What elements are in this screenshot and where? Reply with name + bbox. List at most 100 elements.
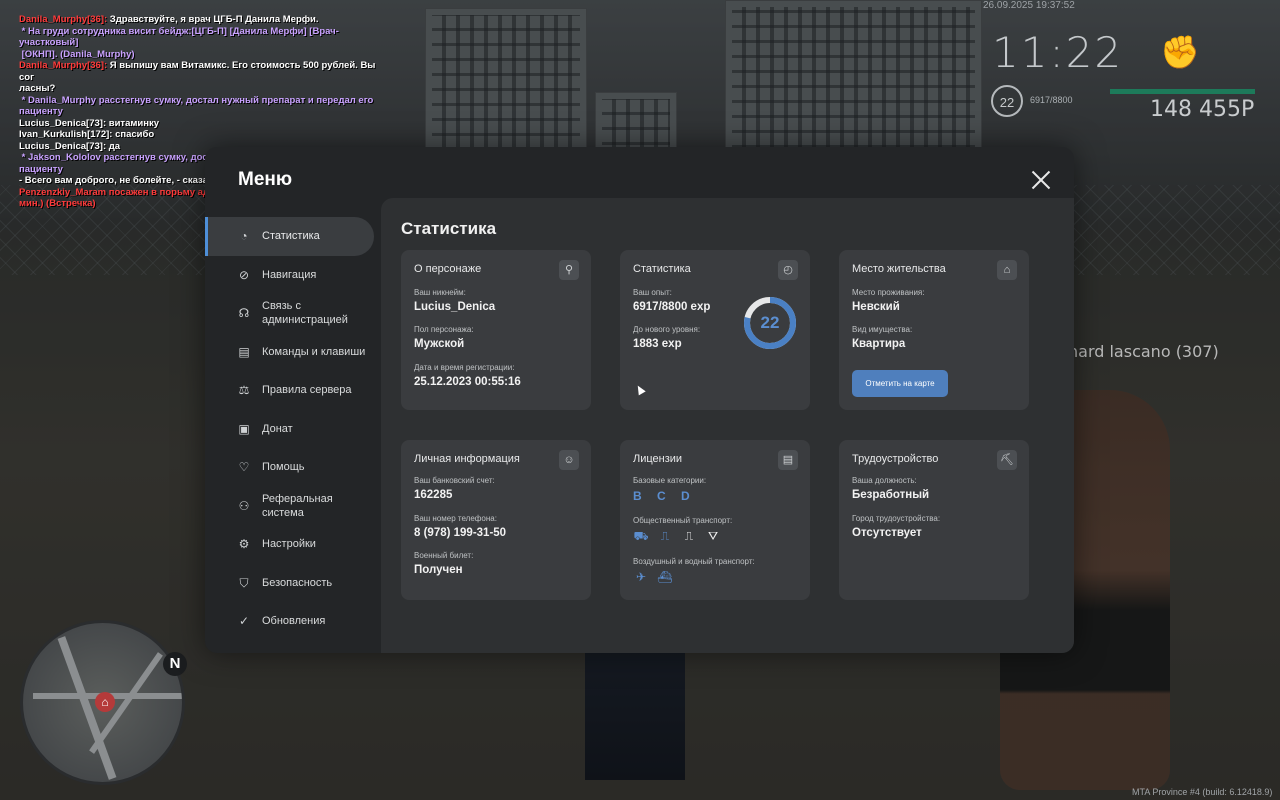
hud-date: 26.09.2025 19:37:52: [983, 0, 1075, 11]
level-value: 22: [760, 313, 780, 332]
reg-value: 25.12.2023 00:55:16: [414, 376, 521, 388]
place-value: Невский: [852, 301, 900, 313]
bank-label: Ваш банковский счет:: [414, 476, 495, 485]
build-info: MTA Province #4 (build: 6.12418.9): [1132, 787, 1273, 797]
sidebar-item-10[interactable]: ✓ Обновления: [205, 602, 380, 641]
card-title: Статистика: [633, 263, 691, 275]
card-title: Лицензии: [633, 453, 683, 465]
nick-value: Lucius_Denica: [414, 301, 496, 313]
sidebar-item-8[interactable]: ⚙ Настройки: [205, 525, 380, 564]
sidebar-item-1[interactable]: ⊘ Навигация: [205, 256, 380, 295]
chat-line: Danila_Murphy[36]: Я выпишу вам Витамикс…: [19, 60, 389, 95]
house-icon: ⌂: [997, 260, 1017, 280]
card-personal: Личная информация ☺ Ваш банковский счет:…: [401, 440, 591, 600]
player-nametag: hard lascano (307): [1068, 342, 1219, 361]
position-value: Безработный: [852, 489, 930, 501]
id-card-icon: ▤: [778, 450, 798, 470]
progress-icon: ◴: [778, 260, 798, 280]
card-title: Место жительства: [852, 263, 946, 275]
referral-icon: ⚇: [238, 498, 250, 513]
chat-line: Ivan_Kurkulish[172]: спасибо: [19, 129, 155, 140]
shield-icon: ⛉: [239, 575, 249, 590]
place-label: Место проживания:: [852, 288, 925, 297]
position-label: Ваша должность:: [852, 476, 917, 485]
public-transport-label: Общественный транспорт:: [633, 516, 733, 525]
military-label: Военный билет:: [414, 551, 474, 560]
sidebar-item-label: Команды и клавиши: [262, 345, 366, 358]
card-licenses: Лицензии ▤ Базовые категории: B C D Обще…: [620, 440, 810, 600]
card-job: Трудоустройство ⛏ Ваша должность: Безраб…: [839, 440, 1029, 600]
handshake-icon: ♡: [238, 460, 250, 475]
headset-icon: ☊: [238, 306, 250, 321]
sidebar-item-5[interactable]: ▣ Донат: [205, 410, 380, 449]
menu-window: Меню ◔ Статистика ⊘ Навигация ☊ Связь с админ…: [205, 147, 1074, 653]
chat-line: Lucius_Denica[73]: витаминку: [19, 117, 160, 129]
pie-chart-icon: ◔: [240, 229, 248, 244]
card-character: О персонаже ⚲ Ваш никнейм: Lucius_Denica…: [401, 250, 591, 410]
next-level-label: До нового уровня:: [633, 325, 701, 334]
pickaxe-icon: ⛏: [997, 450, 1017, 470]
card-residence: Место жительства ⌂ Место проживания: Нев…: [839, 250, 1029, 410]
chat-author: Danila_Murphy[36]:: [19, 14, 108, 25]
base-cat-label: Базовые категории:: [633, 476, 707, 485]
sidebar-item-9[interactable]: ⛉ Безопасность: [205, 564, 380, 603]
train-icon: ⛛: [707, 529, 719, 543]
sidebar-item-label: Связь с администрацией: [262, 300, 348, 327]
user-icon: ⚲: [559, 260, 579, 280]
face-icon: ☺: [559, 450, 579, 470]
wallet-icon: ▣: [238, 421, 250, 436]
chat-line: * Danila_Murphy расстегнув сумку, достал…: [19, 94, 374, 118]
sidebar-item-label: Безопасность: [262, 576, 333, 589]
sidebar-item-label: Статистика: [262, 230, 320, 243]
scales-icon: ⚖: [238, 383, 250, 398]
air-water-label: Воздушный и водный транспорт:: [633, 557, 755, 566]
sidebar-item-label: Донат: [262, 422, 293, 435]
mark-on-map-button[interactable]: Отметить на карте: [852, 370, 948, 397]
sidebar-item-label: Настройки: [262, 538, 316, 551]
hud-exp: 6917/8800: [1030, 95, 1073, 105]
sidebar-item-3[interactable]: ▤ Команды и клавиши: [205, 333, 380, 372]
exp-value: 6917/8800 exp: [633, 301, 711, 313]
hud-clock: 11:22: [992, 28, 1124, 77]
gender-value: Мужской: [414, 338, 465, 350]
chat-author: Danila_Murphy[36]:: [19, 60, 108, 71]
card-stats: Статистика ◴ Ваш опыт: 6917/8800 exp До …: [620, 250, 810, 410]
sidebar-item-label: Правила сервера: [262, 384, 352, 397]
trolleybus-icon: ⎍: [660, 529, 670, 543]
tram-icon: ⎍: [684, 529, 694, 543]
reg-label: Дата и время регистрации:: [414, 363, 515, 372]
chat-line: * На груди сотрудника висит бейдж:[ЦГБ-П…: [19, 25, 339, 60]
public-transport-icons: ⛟ ⎍ ⎍ ⛛: [633, 528, 721, 544]
next-level-value: 1883 exp: [633, 338, 682, 350]
sidebar-item-label: Навигация: [262, 268, 317, 281]
bus-icon: ⛟: [633, 529, 649, 543]
phone-label: Ваш номер телефона:: [414, 514, 497, 523]
menu-title: Меню: [238, 169, 293, 190]
hud-level: 22: [991, 85, 1023, 117]
sidebar-item-label: Реферальная система: [262, 492, 333, 519]
job-city-label: Город трудоустройства:: [852, 514, 941, 523]
sidebar-item-2[interactable]: ☊ Связь с администрацией: [205, 294, 380, 333]
gear-icon: ⚙: [238, 537, 250, 552]
card-title: Личная информация: [414, 453, 520, 465]
sidebar-item-label: Обновления: [262, 615, 326, 628]
sidebar-item-7[interactable]: ⚇ Реферальная система: [205, 487, 380, 526]
job-city-value: Отсутствует: [852, 527, 922, 539]
compass-icon: ⊘: [238, 267, 250, 282]
sidebar-item-4[interactable]: ⚖ Правила сервера: [205, 371, 380, 410]
sidebar-item-0[interactable]: ◔ Статистика: [205, 217, 374, 256]
sidebar: ◔ Статистика ⊘ Навигация ☊ Связь с администра…: [205, 217, 380, 641]
gender-label: Пол персонажа:: [414, 325, 474, 334]
military-value: Получен: [414, 564, 463, 576]
card-title: Трудоустройство: [852, 453, 939, 465]
chat-line: Danila_Murphy[36]: Здравствуйте, я врач …: [19, 14, 389, 26]
sidebar-item-label: Помощь: [262, 461, 305, 474]
plane-icon: ✈: [635, 570, 647, 584]
boat-icon: ⛴: [657, 570, 673, 584]
air-water-icons: ✈ ⛴: [633, 569, 673, 585]
check-circle-icon: ✓: [238, 614, 250, 629]
close-icon[interactable]: [1030, 169, 1052, 191]
sidebar-item-6[interactable]: ♡ Помощь: [205, 448, 380, 487]
card-title: О персонаже: [414, 263, 482, 275]
home-blip-icon: ⌂: [95, 692, 115, 712]
